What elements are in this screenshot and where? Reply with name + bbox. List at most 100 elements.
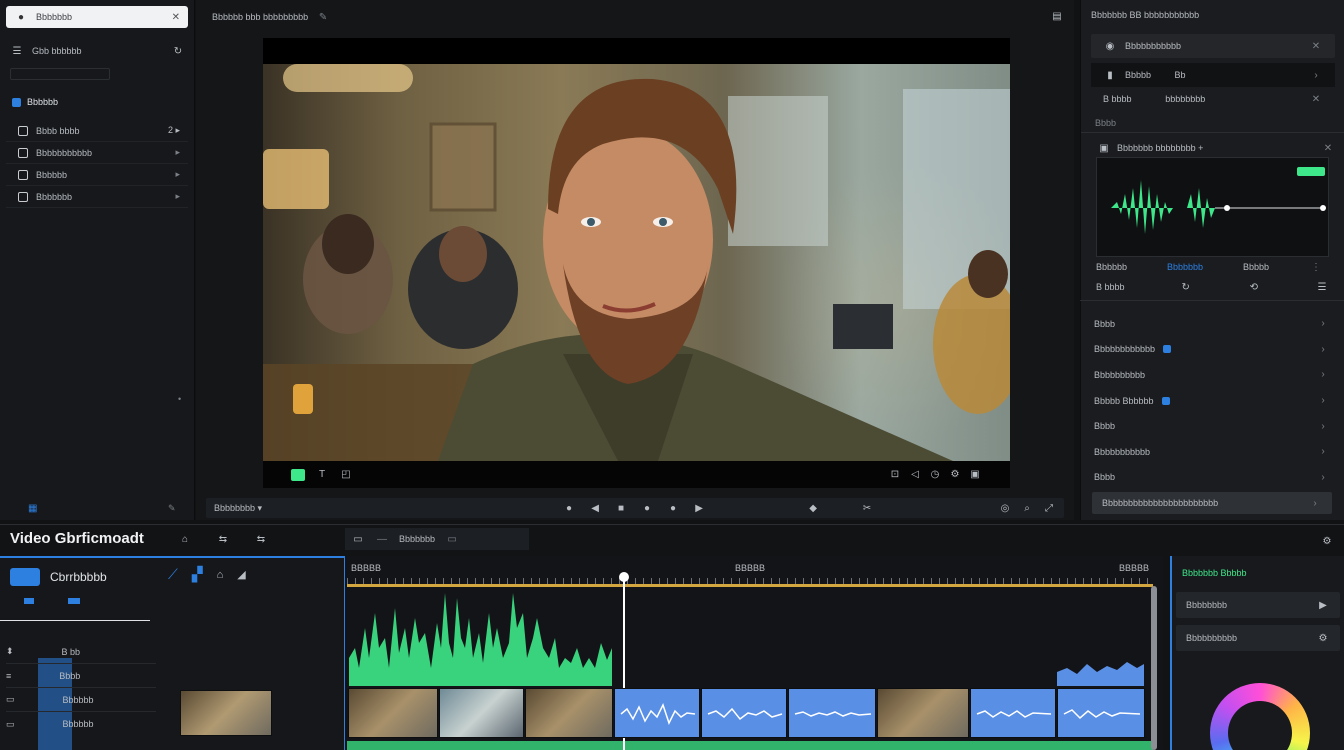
audio-clip[interactable] [701, 688, 787, 738]
settings-icon[interactable]: ⚙ [1320, 534, 1334, 548]
tab-icon[interactable]: ▭ [351, 532, 365, 546]
snapshot-icon[interactable]: ◎ [998, 501, 1012, 515]
edit-icon[interactable]: ✎ [168, 503, 176, 514]
subtitle-icon[interactable] [291, 468, 305, 481]
menu-icon[interactable]: ☰ [10, 44, 24, 58]
playhead-handle[interactable] [619, 572, 629, 582]
inspector-footer-button[interactable]: Bbbbbbbbbbbbbbbbbbbbbbb › [1092, 492, 1332, 514]
zoom-icon[interactable]: ⌕ [1020, 501, 1034, 515]
link-icon[interactable]: ⇆ [216, 532, 230, 546]
record-icon[interactable]: ● [640, 501, 654, 515]
source-thumbnail[interactable] [180, 690, 272, 736]
property-item[interactable]: Bbbb › [1090, 413, 1334, 439]
marker-icon[interactable]: ◆ [806, 501, 820, 515]
tab-audio[interactable]: Bbbbbb [1096, 262, 1127, 272]
property-row[interactable]: B bbbb bbbbbbbb ✕ [1091, 87, 1335, 111]
tab-active[interactable]: Bbbbbbb [1167, 262, 1203, 272]
sidebar-item[interactable]: Bbbbbbb ▸ [6, 186, 188, 208]
close-icon[interactable]: ✕ [172, 12, 180, 23]
loop-icon[interactable]: ↻ [1179, 280, 1193, 294]
magnet-icon[interactable]: ⇆ [254, 532, 268, 546]
color-option[interactable]: Bbbbbbbb ▶ [1176, 592, 1340, 618]
track-volume-line[interactable] [0, 620, 150, 621]
fullscreen-icon[interactable]: ▣ [968, 468, 982, 482]
effect-header[interactable]: ◉ Bbbbbbbbbbb ✕ [1091, 34, 1335, 58]
timeline-scrollbar[interactable] [1151, 586, 1157, 750]
chevron-right-icon[interactable]: › [1316, 342, 1330, 356]
scroll-handle-icon[interactable]: • [178, 394, 181, 404]
work-area-bar[interactable] [347, 584, 1153, 587]
mark-in-icon[interactable]: ● [562, 501, 576, 515]
track-row[interactable]: ⬍ B bb [6, 640, 156, 664]
crop-icon[interactable]: ⊡ [888, 468, 902, 482]
layout-icon[interactable]: ▤ [1050, 9, 1064, 23]
mark-out-icon[interactable]: ● [666, 501, 680, 515]
toggle-indicator[interactable] [68, 598, 80, 604]
property-item[interactable]: Bbbb › [1090, 465, 1334, 491]
more-icon[interactable]: ⋮ [1309, 260, 1323, 274]
brush-icon[interactable]: ◢ [237, 568, 245, 581]
audio-clip[interactable] [970, 688, 1056, 738]
transition-icon[interactable]: ⟋ [168, 566, 178, 583]
edit-icon[interactable]: ✎ [316, 10, 330, 24]
playback-mode[interactable]: Bbbbbbbb ▾ [214, 503, 262, 514]
lock-icon[interactable]: ⌂ [217, 569, 224, 581]
property-item[interactable]: Bbbbbbbbbb › [1090, 362, 1334, 388]
sidebar-item[interactable]: Bbbb bbbb 2 ▸ [6, 120, 188, 142]
color-option[interactable]: Bbbbbbbbbb ⚙ [1176, 625, 1340, 651]
chevron-right-icon[interactable]: › [1316, 470, 1330, 484]
sidebar-item[interactable]: Bbbbbb ▸ [6, 164, 188, 186]
toggle-indicator[interactable] [1163, 345, 1172, 354]
video-clip[interactable] [877, 688, 969, 738]
property-item[interactable]: Bbbb › [1090, 311, 1334, 337]
close-icon[interactable]: ✕ [1309, 92, 1323, 106]
property-item[interactable]: Bbbbbbbbbbbb › [1090, 337, 1334, 363]
keyframe-point[interactable] [1320, 205, 1326, 211]
tab-other[interactable]: Bbbbb [1243, 262, 1269, 272]
play-icon[interactable]: ▶ [692, 501, 706, 515]
expand-icon[interactable]: ⤢ [1042, 501, 1056, 515]
toggle-indicator[interactable] [1161, 396, 1170, 405]
video-clip[interactable] [348, 688, 438, 738]
property-row[interactable]: ▮ Bbbbb Bb › [1091, 63, 1335, 87]
audio-clip-strip[interactable] [347, 741, 1153, 750]
property-item[interactable]: Bbbbbbbbbbb › [1090, 439, 1334, 465]
video-clip[interactable] [439, 688, 524, 738]
tab-icon[interactable]: — [375, 532, 389, 546]
text-icon[interactable]: T [315, 468, 329, 482]
menu-icon[interactable]: ☰ [1315, 280, 1329, 294]
color-wheel-icon[interactable] [1210, 683, 1310, 750]
timeline-tab[interactable]: Bbbbbbb [399, 534, 435, 544]
audio-badge[interactable] [1297, 167, 1325, 176]
track-row[interactable]: ▭ Bbbbbb [6, 712, 156, 736]
close-icon[interactable]: ✕ [1321, 141, 1335, 155]
toggle-indicator[interactable] [24, 598, 34, 604]
chevron-right-icon[interactable]: › [1316, 317, 1330, 331]
audio-clip[interactable] [1057, 688, 1145, 738]
close-icon[interactable]: ✕ [1309, 39, 1323, 53]
camera-icon[interactable]: ◰ [339, 468, 353, 482]
property-item[interactable]: Bbbbb Bbbbbb › [1090, 388, 1334, 414]
video-track-icon[interactable] [10, 568, 40, 586]
refresh-icon[interactable]: ↻ [171, 44, 185, 58]
chevron-right-icon[interactable]: › [1316, 419, 1330, 433]
sidebar-item[interactable]: Bbbbbbbbbbb ▸ [6, 142, 188, 164]
volume-icon[interactable]: ◁ [908, 468, 922, 482]
track-row[interactable]: ≡ Bbbb [6, 664, 156, 688]
tab-icon[interactable]: ▭ [445, 532, 459, 546]
audio-clip[interactable] [788, 688, 876, 738]
chevron-right-icon[interactable]: › [1316, 368, 1330, 382]
timer-icon[interactable]: ◷ [928, 468, 942, 482]
settings-icon[interactable]: ⚙ [948, 468, 962, 482]
chevron-right-icon[interactable]: › [1316, 445, 1330, 459]
keyframe-point[interactable] [1224, 205, 1230, 211]
chevron-right-icon[interactable]: › [1309, 68, 1323, 82]
audio-clip[interactable] [614, 688, 700, 738]
audio-waveform-editor[interactable] [1096, 157, 1329, 257]
filter-field[interactable] [10, 68, 110, 80]
scissors-icon[interactable]: ✂ [860, 501, 874, 515]
chevron-right-icon[interactable]: › [1316, 394, 1330, 408]
track-row[interactable]: ▭ Bbbbbb [6, 688, 156, 712]
lock-icon[interactable]: ⌂ [178, 532, 192, 546]
grid-icon[interactable]: ▦ [28, 503, 37, 514]
